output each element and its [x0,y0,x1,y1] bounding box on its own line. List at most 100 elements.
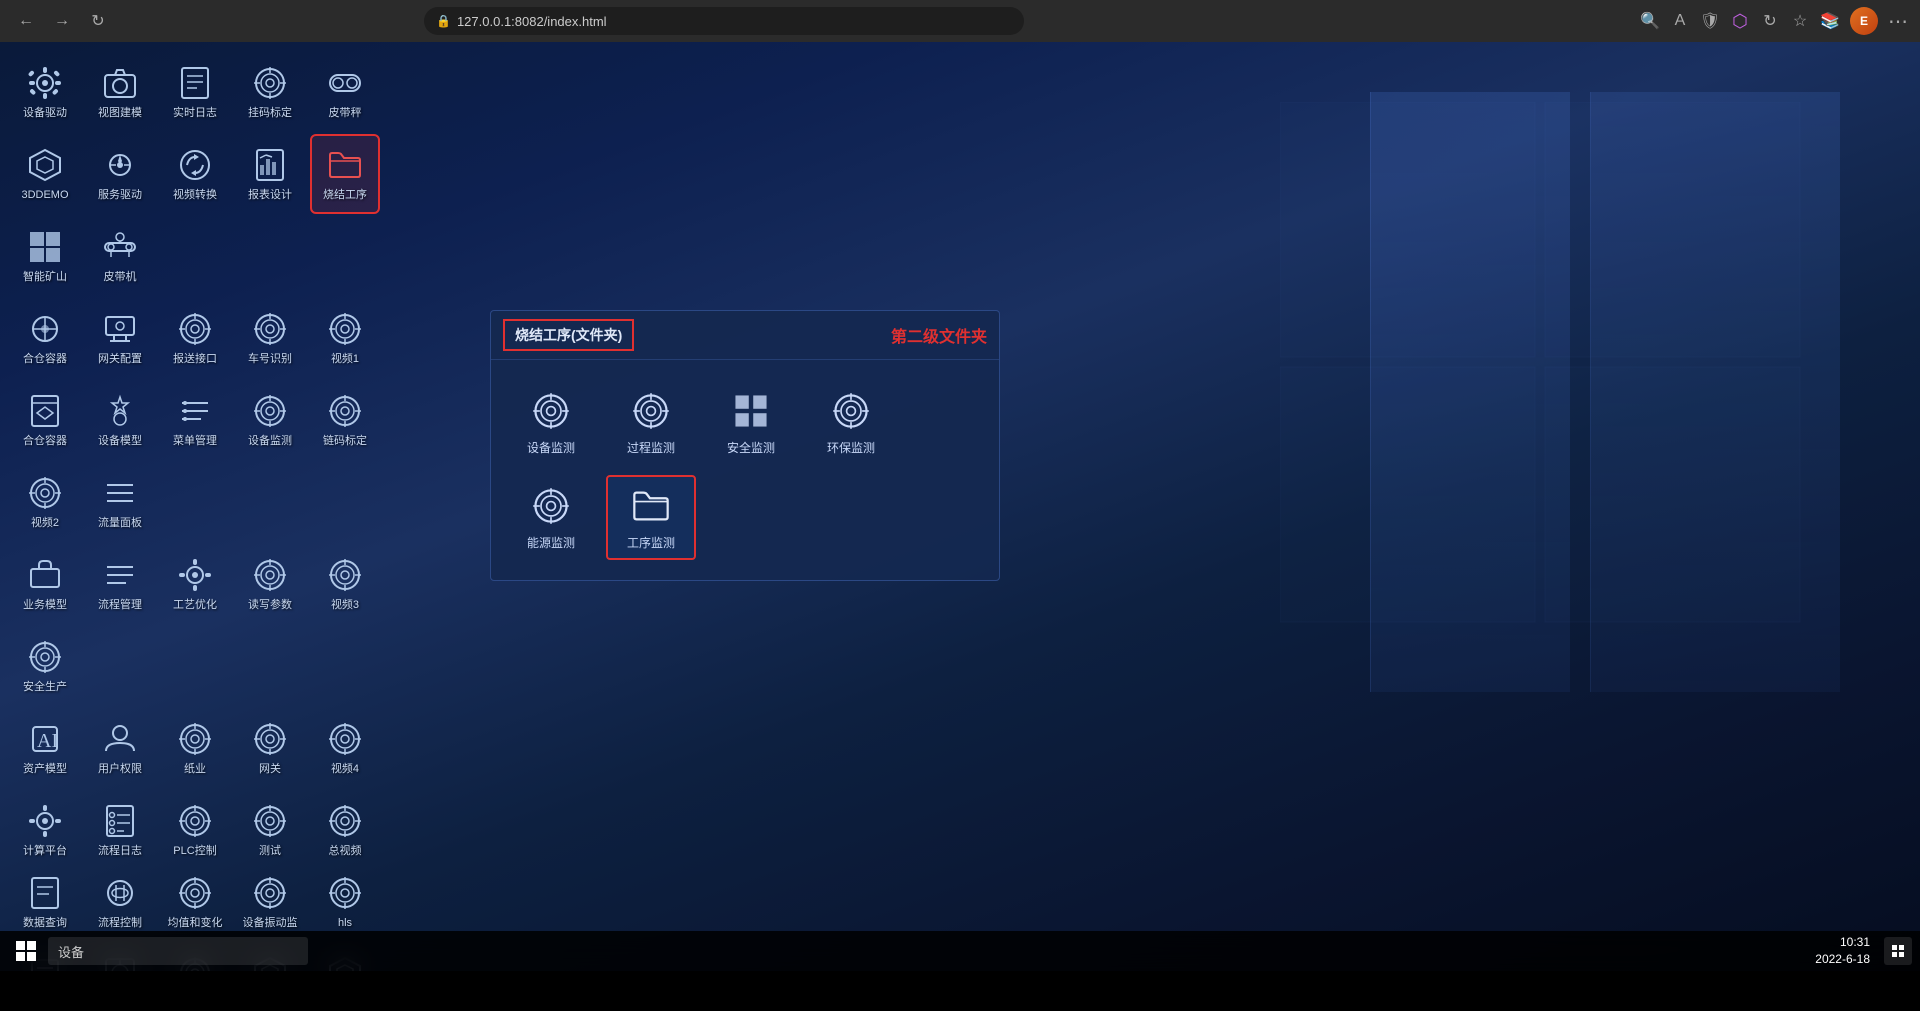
desktop-icon-safe-prod[interactable]: 安全生产 [10,626,80,706]
profile-avatar[interactable]: E [1850,7,1878,35]
desktop-icon-gateway[interactable]: 网关 [235,708,305,788]
log-icon [175,63,215,103]
desktop-icon-flow-panel[interactable]: 流量面板 [85,462,155,542]
desktop-icon-device-model[interactable]: 设备模型 [85,380,155,460]
icon-label-craft-opt: 工艺优化 [173,599,217,612]
desktop-icon-device-monitor[interactable]: 设备监测 [235,380,305,460]
desktop: 设备驱动 视图建模 实时日志 [0,42,1920,971]
flow-panel-icon [100,473,140,513]
icon-label-test: 测试 [259,845,281,858]
font-icon[interactable]: A [1670,11,1690,31]
desktop-icon-merge-storage[interactable]: 合仓容器 [10,298,80,378]
desktop-icon-flow-ctrl[interactable]: 流程控制 [85,862,155,942]
craft-opt-icon [175,555,215,595]
extension-icon[interactable]: ⬡ [1730,11,1750,31]
icon-label-calc-platform: 计算平台 [23,845,67,858]
desktop-icon-flow-manage[interactable]: 流程管理 [85,544,155,624]
popup-icon-env-monitor[interactable]: 环保监测 [806,380,896,465]
desktop-icon-plc-ctrl[interactable]: PLC控制 [160,790,230,870]
icon-label-device-model: 设备模型 [98,435,142,448]
desktop-icon-service-driver[interactable]: 服务驱动 [85,134,155,214]
desktop-icon-all-video[interactable]: 总视频 [310,790,380,870]
icon-label-belt2: 皮带机 [104,271,137,284]
folder-popup-header: 烧结工序(文件夹) 第二级文件夹 [491,311,999,360]
search-browser-icon[interactable]: 🔍 [1640,11,1660,31]
desktop-icon-smart-mine[interactable]: 智能矿山 [10,216,80,296]
desktop-icon-compress[interactable]: 合仓容器 [10,380,80,460]
video3-icon [325,555,365,595]
desktop-icon-hang-target2[interactable]: 链码标定 [310,380,380,460]
taskbar-time-display: 10:31 [1815,934,1870,951]
address-bar[interactable]: 🔒 127.0.0.1:8082/index.html [424,7,1024,35]
desktop-icon-network-config[interactable]: 网关配置 [85,298,155,378]
popup-icon-device-monitor[interactable]: 设备监测 [506,380,596,465]
camera-icon [100,63,140,103]
desktop-icon-list-manage[interactable]: 菜单管理 [160,380,230,460]
folder-icon [325,145,365,185]
extra-icons-row11: 数据查询 流程控制 [10,862,380,942]
desktop-icon-paper[interactable]: 纸业 [160,708,230,788]
refresh-button[interactable]: ↻ [84,7,112,35]
popup-icon-safety-monitor[interactable]: 安全监测 [706,380,796,465]
icon-label-hang-target2: 链码标定 [323,435,367,448]
desktop-icon-video-convert[interactable]: 视频转换 [160,134,230,214]
desktop-icon-belt2[interactable]: 皮带机 [85,216,155,296]
icon-label-plc-ctrl: PLC控制 [173,845,216,858]
desktop-icon-user-perm[interactable]: 用户权限 [85,708,155,788]
desktop-icon-realtime-log[interactable]: 实时日志 [160,52,230,132]
desktop-icon-asset-model[interactable]: AI 资产模型 [10,708,80,788]
desktop-icon-3ddemo[interactable]: 3DDEMO [10,134,80,214]
desktop-icon-db-query[interactable]: 数据查询 [10,862,80,942]
taskbar-notification-button[interactable] [1884,937,1912,965]
star-icon[interactable]: ☆ [1790,11,1810,31]
desktop-icon-sintering-prog[interactable]: 烧结工序 [310,134,380,214]
desktop-icon-report-iface[interactable]: 报送接口 [160,298,230,378]
desktop-icon-video2[interactable]: 视频2 [10,462,80,542]
address-text: 127.0.0.1:8082/index.html [457,14,607,29]
smart-mine-icon [25,227,65,267]
write-param-icon [250,555,290,595]
popup-env-monitor-icon [829,389,873,433]
desktop-icon-write-param[interactable]: 读写参数 [235,544,305,624]
taskbar-date-display: 2022-6-18 [1815,951,1870,968]
collection-icon[interactable]: 📚 [1820,11,1840,31]
desktop-icon-business-model[interactable]: 业务模型 [10,544,80,624]
icon-label-asset-model: 资产模型 [23,763,67,776]
flow-ctrl-icon [100,873,140,913]
taskbar-start-button[interactable] [8,933,44,969]
back-button[interactable]: ← [12,7,40,35]
desktop-icon-craft-opt[interactable]: 工艺优化 [160,544,230,624]
report-design-icon [250,145,290,185]
shield-icon[interactable]: 🛡 [1700,11,1720,31]
desktop-icon-normalize[interactable]: 均值和变化 [160,862,230,942]
popup-icon-energy-monitor[interactable]: 能源监测 [506,475,596,560]
folder-title-tag[interactable]: 烧结工序(文件夹) [503,319,634,351]
refresh-browser-icon[interactable]: ↻ [1760,11,1780,31]
video2-icon [25,473,65,513]
desktop-icon-belt[interactable]: 皮带秤 [310,52,380,132]
desktop-icon-video1[interactable]: 视频1 [310,298,380,378]
desktop-icon-device-driver[interactable]: 设备驱动 [10,52,80,132]
icon-label-car-id: 车号识别 [248,353,292,366]
flow-manage-icon [100,555,140,595]
icon-label-all-video: 总视频 [329,845,362,858]
desktop-icon-video3[interactable]: 视频3 [310,544,380,624]
desktop-icon-dev-cal[interactable]: 设备振动监 [235,862,305,942]
desktop-icon-scene-build[interactable]: 视图建模 [85,52,155,132]
desktop-icon-test[interactable]: 测试 [235,790,305,870]
desktop-icon-report-design[interactable]: 报表设计 [235,134,305,214]
desktop-icon-hls[interactable]: hls [310,862,380,942]
popup-icon-process-monitor[interactable]: 过程监测 [606,380,696,465]
desktop-icon-video4[interactable]: 视频4 [310,708,380,788]
more-icon[interactable]: ⋯ [1888,11,1908,31]
forward-button[interactable]: → [48,7,76,35]
desktop-icon-calc-platform[interactable]: 计算平台 [10,790,80,870]
popup-process-monitor-icon [629,389,673,433]
desktop-icon-flow-log[interactable]: 流程日志 [85,790,155,870]
popup-icon-prog-monitor[interactable]: 工序监测 [606,475,696,560]
report-iface-icon [175,309,215,349]
desktop-icon-hang-target[interactable]: 挂码标定 [235,52,305,132]
taskbar-search-input[interactable] [48,937,308,965]
desktop-icon-car-id[interactable]: 车号识别 [235,298,305,378]
bg-panel-right [1590,92,1840,692]
